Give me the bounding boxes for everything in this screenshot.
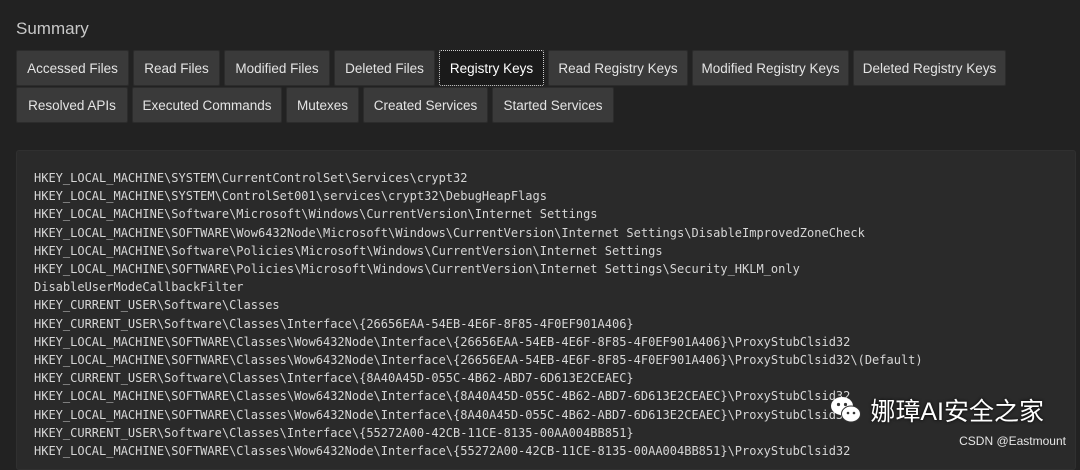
tab-modified-files[interactable]: Modified Files bbox=[224, 50, 330, 86]
registry-key-line: HKEY_LOCAL_MACHINE\Software\Microsoft\Wi… bbox=[34, 207, 598, 222]
registry-key-line: DisableUserModeCallbackFilter bbox=[34, 280, 244, 295]
tab-executed-commands[interactable]: Executed Commands bbox=[132, 87, 282, 123]
registry-key-line: HKEY_LOCAL_MACHINE\SOFTWARE\Classes\Wow6… bbox=[34, 353, 923, 368]
tab-deleted-registry-keys[interactable]: Deleted Registry Keys bbox=[853, 50, 1006, 86]
csdn-credit: CSDN @Eastmount bbox=[959, 434, 1066, 448]
registry-key-line: HKEY_LOCAL_MACHINE\SYSTEM\CurrentControl… bbox=[34, 171, 468, 185]
wechat-icon bbox=[831, 397, 862, 423]
tab-modified-registry-keys[interactable]: Modified Registry Keys bbox=[692, 50, 849, 86]
registry-key-line: HKEY_LOCAL_MACHINE\SOFTWARE\Classes\Wow6… bbox=[34, 444, 851, 459]
registry-key-line: HKEY_LOCAL_MACHINE\SOFTWARE\Classes\Wow6… bbox=[34, 334, 851, 349]
tab-accessed-files[interactable]: Accessed Files bbox=[16, 50, 129, 86]
registry-key-line: HKEY_LOCAL_MACHINE\SOFTWARE\Policies\Mic… bbox=[34, 262, 800, 277]
tab-read-files[interactable]: Read Files bbox=[133, 50, 220, 86]
section-title: Summary bbox=[16, 19, 89, 38]
registry-key-line: HKEY_CURRENT_USER\Software\Classes\Inter… bbox=[34, 316, 634, 331]
tab-resolved-apis[interactable]: Resolved APIs bbox=[16, 87, 128, 123]
registry-key-line: HKEY_CURRENT_USER\Software\Classes bbox=[34, 298, 280, 313]
tab-mutexes[interactable]: Mutexes bbox=[286, 87, 359, 123]
tab-row-1: Accessed Files Read Files Modified Files… bbox=[16, 50, 1076, 86]
tab-registry-keys[interactable]: Registry Keys bbox=[439, 50, 544, 86]
tab-bar: Accessed Files Read Files Modified Files… bbox=[16, 50, 1076, 124]
registry-key-line: HKEY_CURRENT_USER\Software\Classes\Inter… bbox=[34, 371, 634, 386]
tab-started-services[interactable]: Started Services bbox=[492, 87, 614, 123]
watermark: 娜璋AI安全之家 bbox=[828, 392, 1044, 428]
tab-created-services[interactable]: Created Services bbox=[363, 87, 488, 123]
tab-deleted-files[interactable]: Deleted Files bbox=[334, 50, 435, 86]
registry-key-line: HKEY_LOCAL_MACHINE\SOFTWARE\Wow6432Node\… bbox=[34, 225, 865, 240]
watermark-text: 娜璋AI安全之家 bbox=[870, 398, 1044, 426]
tab-row-2: Resolved APIs Executed Commands Mutexes … bbox=[16, 87, 1076, 123]
tab-read-registry-keys[interactable]: Read Registry Keys bbox=[548, 50, 688, 86]
registry-key-line: HKEY_LOCAL_MACHINE\Software\Policies\Mic… bbox=[34, 243, 663, 258]
registry-key-line: HKEY_LOCAL_MACHINE\SYSTEM\ControlSet001\… bbox=[34, 189, 547, 204]
